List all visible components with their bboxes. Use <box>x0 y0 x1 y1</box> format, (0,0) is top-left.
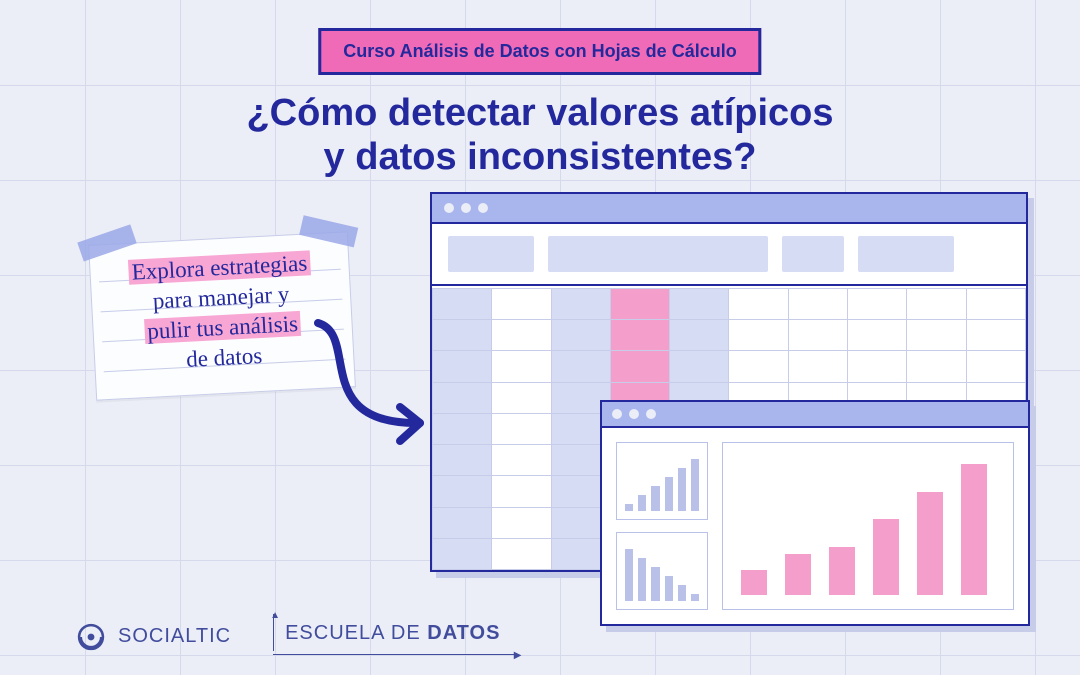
note-l3: pulir tus análisis <box>144 311 302 344</box>
toolbar-block <box>548 236 768 272</box>
toolbar-block <box>858 236 954 272</box>
slide-title-line1: ¿Cómo detectar valores atípicos <box>0 92 1080 136</box>
course-badge-label: Curso Análisis de Datos con Hojas de Cál… <box>343 41 736 61</box>
logo-socialtic-text: SOCIALTIC <box>118 625 231 648</box>
toolbar-block <box>782 236 844 272</box>
window-controls-icon <box>444 203 488 213</box>
arrow-icon <box>300 315 450 465</box>
chart-thumbnail-ascending <box>616 442 708 520</box>
charts-popup-window <box>600 400 1030 626</box>
socialtic-icon <box>74 620 108 654</box>
note-l4: de datos <box>186 343 263 372</box>
slide-title: ¿Cómo detectar valores atípicos y datos … <box>0 92 1080 179</box>
logo-escuela-bold: DATOS <box>427 622 500 644</box>
chart-main <box>722 442 1014 610</box>
logo-socialtic: SOCIALTIC <box>74 620 231 654</box>
slide-title-line2: y datos inconsistentes? <box>0 136 1080 180</box>
logo-escuela-de-datos: ▲▶ ESCUELA DE DATOS <box>273 618 510 655</box>
note-l1: Explora estrategias <box>128 250 311 284</box>
footer-logos: SOCIALTIC ▲▶ ESCUELA DE DATOS <box>74 618 510 655</box>
spreadsheet-titlebar <box>432 194 1026 224</box>
chart-thumbnail-descending <box>616 532 708 610</box>
note-l2: para manejar y <box>152 281 290 313</box>
logo-escuela-pre: ESCUELA DE <box>285 622 427 644</box>
charts-popup-titlebar <box>602 402 1028 428</box>
course-badge: Curso Análisis de Datos con Hojas de Cál… <box>318 28 761 75</box>
spreadsheet-toolbar <box>432 224 1026 286</box>
window-controls-icon <box>612 409 656 419</box>
toolbar-block <box>448 236 534 272</box>
